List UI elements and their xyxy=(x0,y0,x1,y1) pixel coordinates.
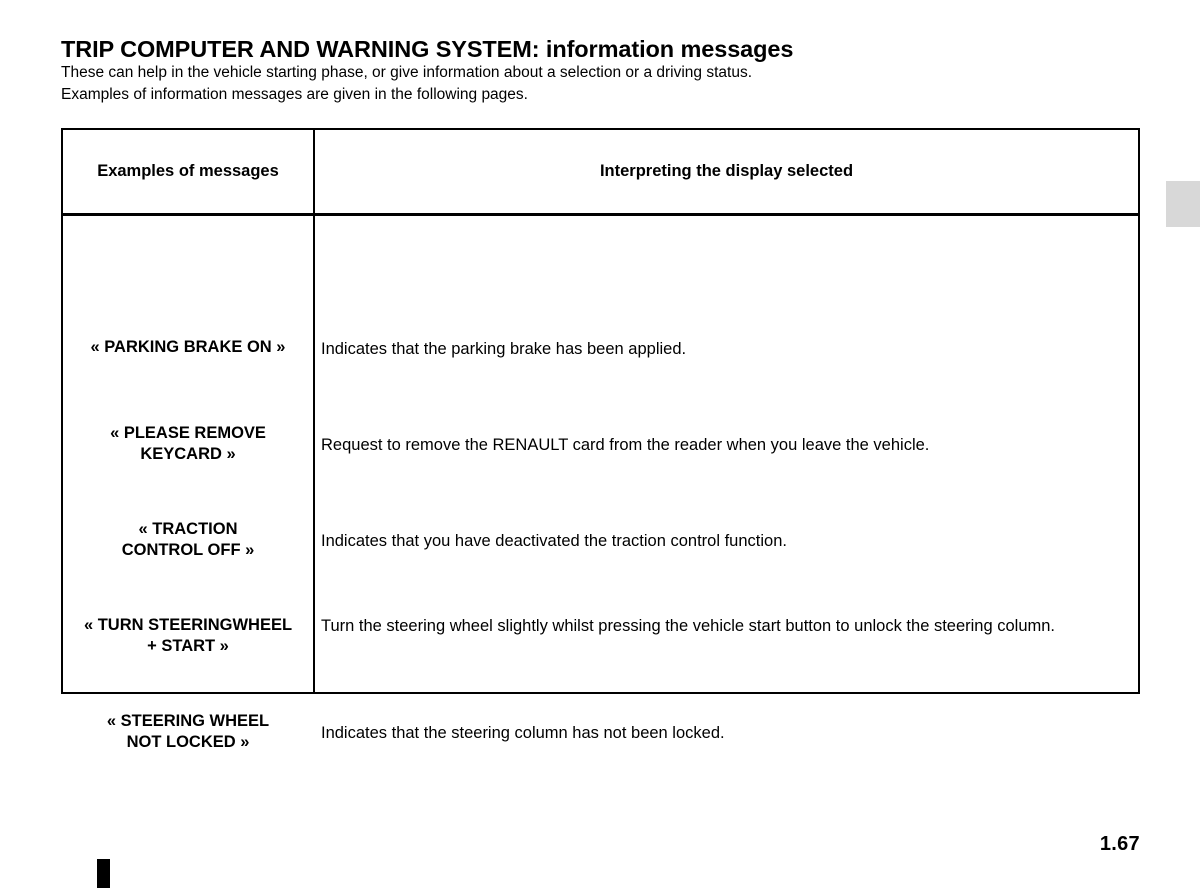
message-line: « STEERING WHEEL xyxy=(106,712,270,730)
message-line: « PARKING BRAKE ON » xyxy=(90,338,286,356)
table-body: « PARKING BRAKE ON » Indicates that the … xyxy=(63,216,1138,751)
page-title: TRIP COMPUTER AND WARNING SYSTEM: inform… xyxy=(61,35,793,63)
message-line: KEYCARD » xyxy=(140,445,236,463)
message-cell: « STEERING WHEEL NOT LOCKED » xyxy=(63,711,313,753)
description-cell: Indicates that you have deactivated the … xyxy=(321,532,787,550)
message-line: « TURN STEERINGWHEEL xyxy=(83,616,293,634)
corner-marker xyxy=(97,859,110,888)
intro-line-1: These can help in the vehicle starting p… xyxy=(61,64,753,81)
intro-line-2: Examples of information messages are giv… xyxy=(61,86,528,103)
message-cell: « PARKING BRAKE ON » xyxy=(63,337,313,358)
description-cell: Request to remove the RENAULT card from … xyxy=(321,436,930,454)
message-line: « PLEASE REMOVE xyxy=(110,424,266,442)
side-chapter-tab xyxy=(1166,181,1200,227)
message-cell: « TURN STEERINGWHEEL + START » xyxy=(63,615,313,657)
message-cell: « PLEASE REMOVE KEYCARD » xyxy=(63,423,313,465)
message-line: « TRACTION xyxy=(138,520,238,538)
intro-paragraph: These can help in the vehicle starting p… xyxy=(61,62,961,106)
message-cell: « TRACTION CONTROL OFF » xyxy=(63,519,313,561)
table-header-row: Examples of messages Interpreting the di… xyxy=(63,130,1138,216)
information-messages-table: Examples of messages Interpreting the di… xyxy=(61,128,1140,751)
description-cell: Indicates that the parking brake has bee… xyxy=(321,340,687,358)
page-title-sub: information messages xyxy=(539,35,794,62)
table-header-interpreting-the-display-selected: Interpreting the display selected xyxy=(599,162,854,180)
message-line: + START » xyxy=(147,637,229,655)
description-cell: Indicates that the steering column has n… xyxy=(321,724,725,742)
table-header-examples-of-messages: Examples of messages xyxy=(97,162,279,180)
page-number: 1.67 xyxy=(1099,833,1140,855)
description-cell: Turn the steering wheel slightly whilst … xyxy=(321,617,1056,635)
message-line: NOT LOCKED » xyxy=(126,733,250,751)
manual-page: TRIP COMPUTER AND WARNING SYSTEM: inform… xyxy=(0,0,1200,888)
page-title-main: TRIP COMPUTER AND WARNING SYSTEM: xyxy=(61,35,540,62)
message-line: CONTROL OFF » xyxy=(121,541,255,559)
